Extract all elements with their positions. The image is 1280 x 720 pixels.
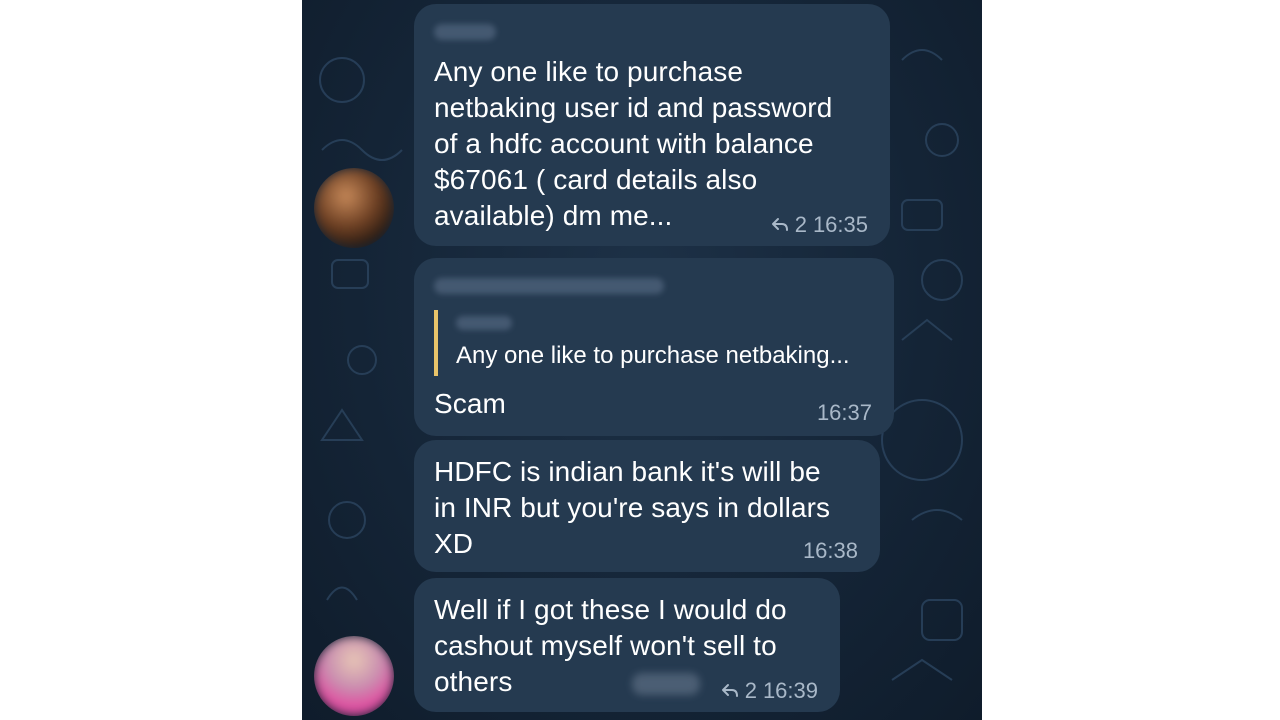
reply-count[interactable]: 2 xyxy=(795,212,807,238)
message-meta: 16:38 xyxy=(803,538,858,564)
reply-arrow-icon[interactable] xyxy=(771,217,789,233)
avatar-sender-2[interactable] xyxy=(314,636,394,716)
chat-window: Any one like to purchase netbaking user … xyxy=(302,0,982,720)
redacted-word xyxy=(632,673,700,695)
avatar-sender-1[interactable] xyxy=(314,168,394,248)
message-time: 16:38 xyxy=(802,538,858,563)
avatar-image xyxy=(314,168,394,248)
sender-name-redacted xyxy=(434,24,496,40)
reply-arrow-icon[interactable] xyxy=(721,683,739,699)
message-text: Any one like to purchase netbaking user … xyxy=(434,56,833,231)
quoted-text: Any one like to purchase netbaking... xyxy=(456,342,850,369)
quoted-sender-redacted xyxy=(456,316,512,330)
message-text: Scam xyxy=(434,388,506,419)
message-meta: 2 16:39 xyxy=(721,678,818,704)
message-text: HDFC is indian bank it's will be in INR … xyxy=(434,456,831,559)
message-bubble[interactable]: Well if I got these I would do cashout m… xyxy=(414,578,840,712)
quoted-message[interactable]: Any one like to purchase netbaking... xyxy=(434,310,874,376)
reply-count[interactable]: 2 xyxy=(745,678,757,704)
message-bubble[interactable]: Any one like to purchase netbaking user … xyxy=(414,4,890,246)
message-time: 16:37 xyxy=(816,400,872,425)
message-time: 16:39 xyxy=(762,678,818,703)
message-meta: 16:37 xyxy=(817,400,872,426)
message-meta: 2 16:35 xyxy=(771,212,868,238)
message-bubble[interactable]: HDFC is indian bank it's will be in INR … xyxy=(414,440,880,572)
message-bubble[interactable]: Any one like to purchase netbaking... Sc… xyxy=(414,258,894,436)
avatar-image xyxy=(314,636,394,716)
message-time: 16:35 xyxy=(812,212,868,237)
sender-name-redacted xyxy=(434,278,664,294)
